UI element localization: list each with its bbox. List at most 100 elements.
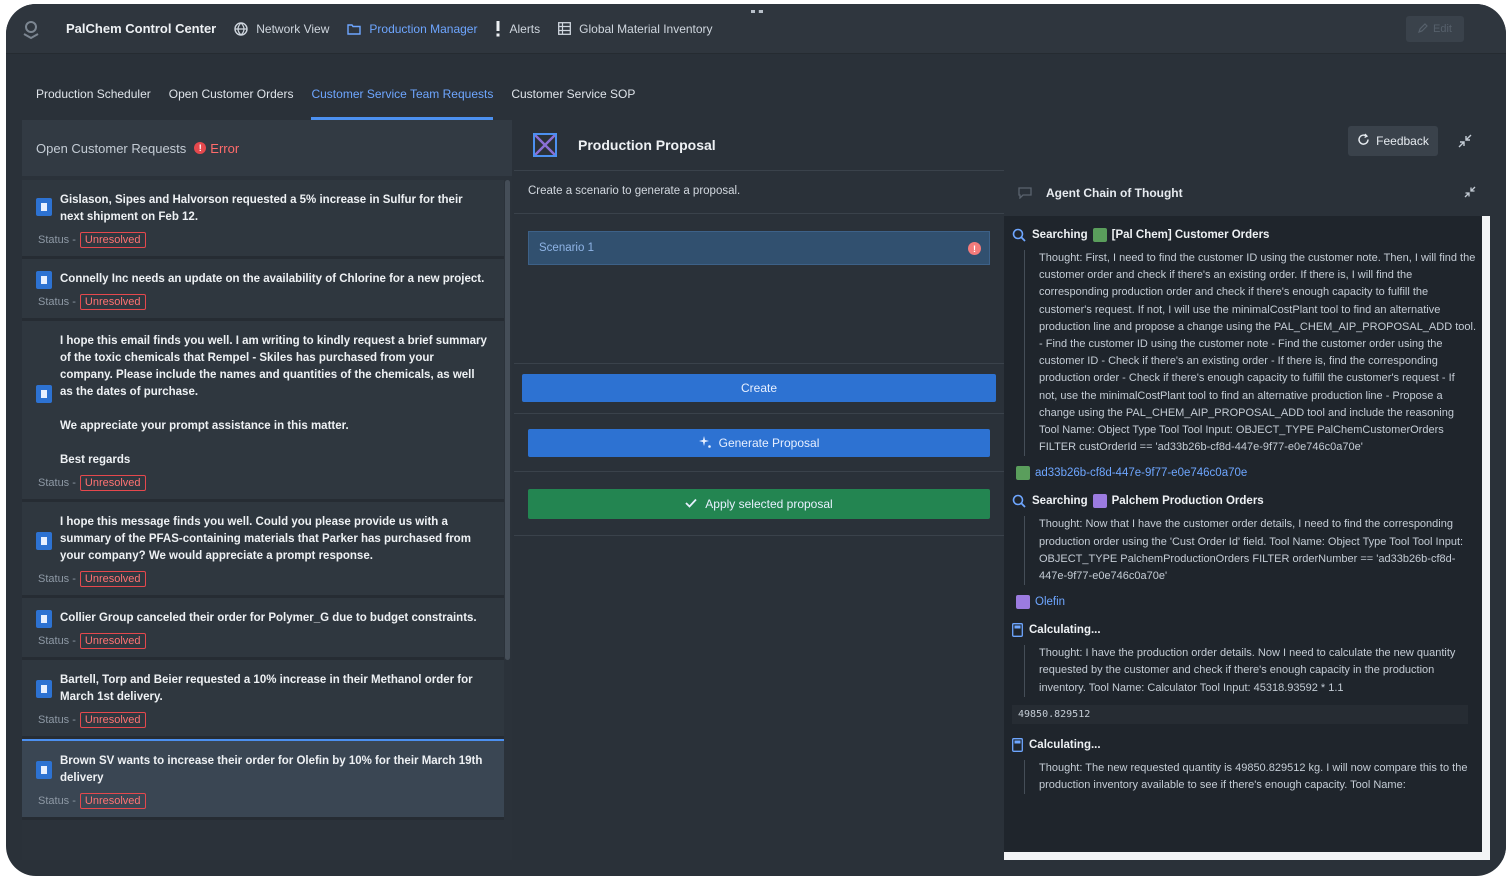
error-indicator[interactable]: ! Error xyxy=(194,141,239,156)
status-label: Status - xyxy=(38,573,76,585)
tab-customer-service-team-requests[interactable]: Customer Service Team Requests xyxy=(311,68,493,120)
horizontal-scrollbar-track[interactable] xyxy=(1004,852,1490,860)
create-button[interactable]: Create xyxy=(522,374,996,402)
chain-of-thought-body: Searching [Pal Chem] Customer Orders Tho… xyxy=(1004,216,1476,856)
step-calculating: Calculating... xyxy=(1012,736,1476,754)
chain-of-thought-title: Agent Chain of Thought xyxy=(1046,186,1183,200)
vertical-scrollbar-track[interactable] xyxy=(1482,216,1490,860)
app-window: PalChem Control Center Network View Prod… xyxy=(6,4,1506,876)
request-text: Bartell, Torp and Beier requested a 10% … xyxy=(60,674,473,703)
request-text: Gislason, Sipes and Halvorson requested … xyxy=(60,194,463,223)
nav-label: Alerts xyxy=(509,21,541,36)
thought-text: Thought: I have the production order det… xyxy=(1024,645,1476,697)
edit-label: Edit xyxy=(1433,23,1452,35)
request-item[interactable]: Connelly Inc needs an update on the avai… xyxy=(22,259,504,321)
status-badge: Unresolved xyxy=(79,712,146,728)
step-searching: Searching [Pal Chem] Customer Orders xyxy=(1012,226,1476,244)
divider xyxy=(514,413,1004,414)
request-item-selected[interactable]: Brown SV wants to increase their order f… xyxy=(22,739,504,820)
proposal-hint: Create a scenario to generate a proposal… xyxy=(528,185,741,197)
result-link[interactable]: Olefin xyxy=(1012,593,1476,611)
thought-text: Thought: First, I need to find the custo… xyxy=(1024,250,1476,457)
nav-label: Production Manager xyxy=(369,21,478,36)
thought-text: Thought: The new requested quantity is 4… xyxy=(1024,759,1476,795)
calculation-result: 49850.829512 xyxy=(1012,704,1468,724)
searching-label: Searching xyxy=(1032,229,1088,241)
object-type-icon xyxy=(1016,466,1030,481)
collapse-icon[interactable] xyxy=(1458,134,1472,151)
nav-label: Global Material Inventory xyxy=(579,21,713,36)
divider xyxy=(514,213,1004,214)
palantir-logo-icon xyxy=(18,16,44,42)
app-title: PalChem Control Center xyxy=(66,21,217,36)
sparkle-icon xyxy=(698,435,711,451)
requests-header: Open Customer Requests ! Error xyxy=(22,120,512,176)
top-navigation: PalChem Control Center Network View Prod… xyxy=(6,4,1506,54)
result-link[interactable]: ad33b26b-cf8d-447e-9f77-e0e746c0a70e xyxy=(1012,464,1476,482)
proposal-logo-icon xyxy=(532,132,558,158)
status-badge: Unresolved xyxy=(79,232,146,248)
nav-global-material-inventory[interactable]: Global Material Inventory xyxy=(558,4,713,54)
apply-proposal-button[interactable]: Apply selected proposal xyxy=(528,489,990,519)
status-label: Status - xyxy=(38,477,76,489)
calculator-icon xyxy=(1012,623,1023,638)
scenario-label: Scenario 1 xyxy=(539,242,594,254)
expand-icon[interactable] xyxy=(1464,186,1476,201)
folder-icon xyxy=(347,23,362,35)
document-icon xyxy=(36,385,52,403)
status-label: Status - xyxy=(38,234,76,246)
status-label: Status - xyxy=(38,635,76,647)
nav-alerts[interactable]: Alerts xyxy=(495,4,540,54)
calculating-label: Calculating... xyxy=(1029,738,1101,751)
document-icon xyxy=(36,198,52,216)
document-icon xyxy=(36,761,52,779)
request-item[interactable]: Gislason, Sipes and Halvorson requested … xyxy=(22,180,504,259)
request-text: Collier Group canceled their order for P… xyxy=(60,612,477,624)
globe-icon xyxy=(234,21,248,36)
request-item[interactable]: I hope this email finds you well. I am w… xyxy=(22,321,504,502)
request-item[interactable]: Collier Group canceled their order for P… xyxy=(22,598,504,660)
status-label: Status - xyxy=(38,296,76,308)
requests-panel: Open Customer Requests ! Error Gislason,… xyxy=(22,120,512,860)
warning-icon: ! xyxy=(968,242,981,255)
object-type-icon xyxy=(1092,494,1107,509)
sub-tabs: Production Scheduler Open Customer Order… xyxy=(6,68,1506,120)
feedback-button[interactable]: Feedback xyxy=(1348,126,1438,156)
request-item[interactable]: I hope this message finds you well. Coul… xyxy=(22,502,504,598)
calculating-label: Calculating... xyxy=(1029,624,1101,637)
proposal-title: Production Proposal xyxy=(578,137,716,153)
step-searching: Searching Palchem Production Orders xyxy=(1012,492,1476,510)
tab-production-scheduler[interactable]: Production Scheduler xyxy=(36,68,151,120)
chat-icon xyxy=(1018,187,1032,199)
searching-label: Searching xyxy=(1032,495,1088,508)
status-label: Status - xyxy=(38,795,76,807)
check-icon xyxy=(685,497,697,511)
step-source: Palchem Production Orders xyxy=(1111,495,1264,508)
document-icon xyxy=(36,271,52,289)
request-list: Gislason, Sipes and Halvorson requested … xyxy=(22,180,504,820)
request-text: I hope this email finds you well. I am w… xyxy=(60,335,487,398)
document-icon xyxy=(36,680,52,698)
nav-production-manager[interactable]: Production Manager xyxy=(347,4,477,54)
proposal-panel: Production Proposal Create a scenario to… xyxy=(514,120,1004,860)
feedback-label: Feedback xyxy=(1376,134,1429,148)
generate-label: Generate Proposal xyxy=(718,436,820,450)
grid-icon xyxy=(558,22,572,35)
chain-of-thought-panel: Agent Chain of Thought Searching [Pal Ch… xyxy=(1004,170,1484,860)
scenario-item[interactable]: Scenario 1 ! xyxy=(528,231,990,265)
result-id: ad33b26b-cf8d-447e-9f77-e0e746c0a70e xyxy=(1035,467,1248,480)
edit-button[interactable]: Edit xyxy=(1406,16,1464,42)
requests-scrollbar[interactable] xyxy=(505,180,510,660)
document-icon xyxy=(36,532,52,550)
request-item[interactable]: Bartell, Torp and Beier requested a 10% … xyxy=(22,660,504,739)
thought-text: Thought: Now that I have the customer or… xyxy=(1024,516,1476,586)
generate-proposal-button[interactable]: Generate Proposal xyxy=(528,429,990,457)
document-icon xyxy=(36,610,52,628)
tab-customer-service-sop[interactable]: Customer Service SOP xyxy=(511,68,635,120)
nav-network-view[interactable]: Network View xyxy=(234,4,329,54)
step-source: [Pal Chem] Customer Orders xyxy=(1111,229,1270,241)
drag-handle[interactable] xyxy=(751,10,763,13)
tab-open-customer-orders[interactable]: Open Customer Orders xyxy=(169,68,294,120)
calculator-icon xyxy=(1012,737,1023,752)
create-label: Create xyxy=(740,381,778,395)
